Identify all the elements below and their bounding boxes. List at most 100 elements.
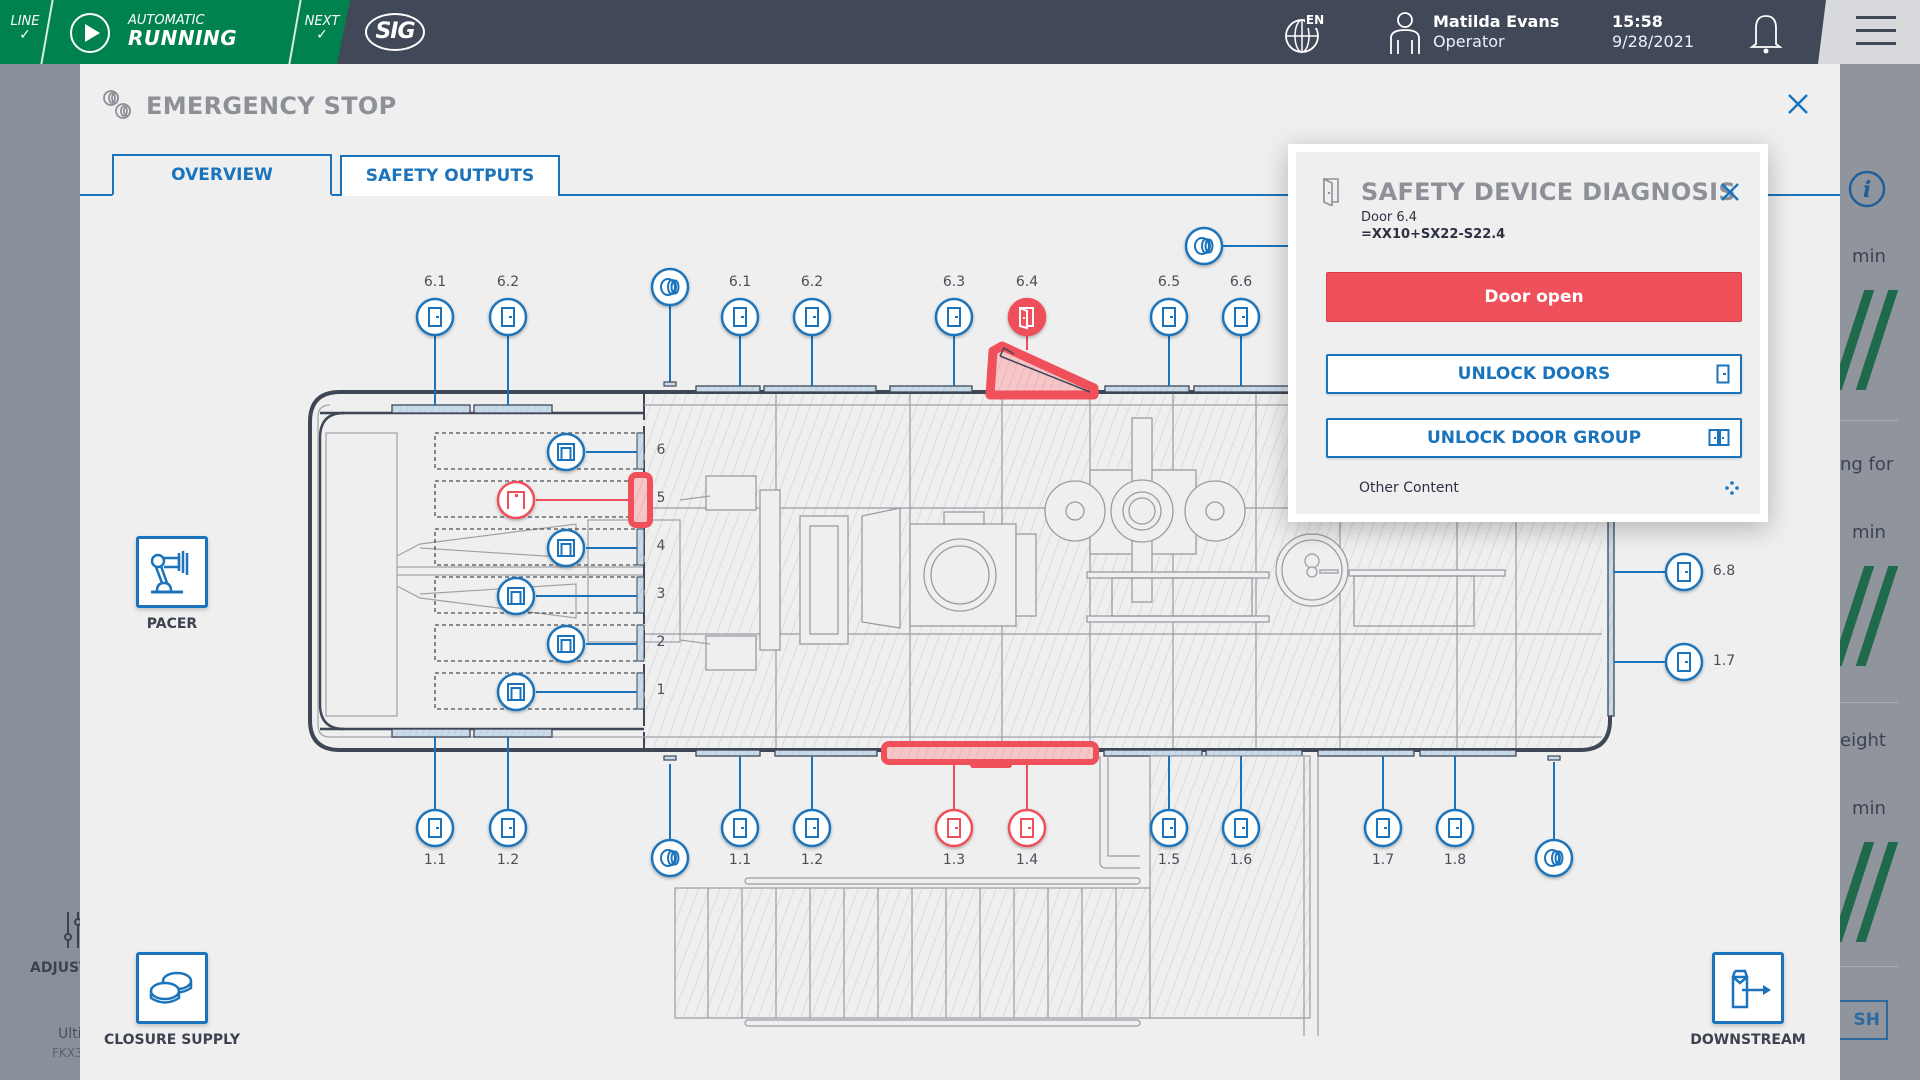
slot-guard-2[interactable] [546,624,586,664]
door-icon [1677,562,1691,582]
emergency-stop-button[interactable] [650,838,690,878]
bg-text: min [1852,798,1886,819]
door-icon [1448,818,1462,838]
door-6.4[interactable] [1007,297,1047,337]
device-label: 3 [656,586,666,602]
device-label: 1.4 [1015,852,1039,868]
tab-overview[interactable]: OVERVIEW [112,154,332,196]
door-6.6[interactable] [1221,297,1261,337]
downstream-button[interactable] [1712,952,1784,1024]
device-label: 1.1 [728,852,752,868]
top-bar: LINE ✓ AUTOMATIC RUNNING NEXT ✓ SIG EN M… [0,0,1920,64]
closure-supply-label: CLOSURE SUPPLY [103,1032,241,1048]
next-status[interactable]: NEXT ✓ [302,14,342,43]
emergency-stop-button[interactable] [1534,838,1574,878]
door-6.5[interactable] [1149,297,1189,337]
device-label: 1.5 [1157,852,1181,868]
modal-title: EMERGENCY STOP [146,92,397,120]
device-label: 1.7 [1371,852,1395,868]
device-name: Door 6.4 [1361,210,1418,225]
device-code: =XX10+SX22-S22.4 [1361,227,1506,242]
door-icon [805,307,819,327]
device-label: 1.2 [496,852,520,868]
popup-close-icon[interactable] [1720,182,1740,202]
pacer-robot-icon [150,551,189,594]
info-icon[interactable]: i [1848,170,1886,208]
door-bottom-1.2[interactable] [488,808,528,848]
device-label: 1.3 [942,852,966,868]
door-6.1[interactable] [720,297,760,337]
hamburger-menu-icon[interactable] [1856,16,1896,46]
door-6.8[interactable] [1664,552,1704,592]
estop-icon [660,278,680,296]
guard-icon [507,587,525,605]
pacer-button[interactable] [136,536,208,608]
notification-bell-icon[interactable] [1748,12,1784,54]
door-icon [428,818,442,838]
door-1.7[interactable] [1363,808,1403,848]
door-icon [1162,818,1176,838]
guard-icon [557,635,575,653]
machine-mode: AUTOMATIC RUNNING [128,14,237,49]
popup-title: SAFETY DEVICE DIAGNOSIS [1361,178,1736,206]
slot-guard-1[interactable] [496,672,536,712]
bg-text: ng for [1840,454,1894,475]
unlock-door-group-button[interactable]: UNLOCK DOOR GROUP [1326,418,1742,458]
guard-icon [557,443,575,461]
door-1.6[interactable] [1221,808,1261,848]
downstream-package-icon [1731,969,1771,1009]
emergency-stop-button[interactable] [650,267,690,307]
slot-guard-6[interactable] [546,432,586,472]
slot-guard-5[interactable] [496,480,536,520]
tab-safety-outputs[interactable]: SAFETY OUTPUTS [340,155,560,196]
door-icon [1162,307,1176,327]
door-6.2[interactable] [792,297,832,337]
door-icon [1677,652,1691,672]
line-check-icon: ✓ [19,27,31,43]
safety-device-diagnosis-popup: SAFETY DEVICE DIAGNOSIS Door 6.4 =XX10+S… [1288,144,1768,522]
more-options-icon[interactable] [1724,480,1740,496]
door-icon [1716,364,1730,384]
clock-date: 9/28/2021 [1612,32,1695,51]
device-label: 5 [656,490,666,506]
door-1.2[interactable] [792,808,832,848]
device-label: 1.2 [800,852,824,868]
device-label: 6.2 [800,274,824,290]
device-label: 6.8 [1712,563,1736,579]
modal-close-icon[interactable] [1787,93,1809,115]
emergency-stop-button[interactable] [1184,226,1224,266]
unlock-doors-button[interactable]: UNLOCK DOORS [1326,354,1742,394]
sig-logo: SIG [365,13,425,51]
door-6.3[interactable] [934,297,974,337]
door-bottom-1.1[interactable] [415,808,455,848]
door-right-1.7[interactable] [1664,642,1704,682]
door-top-6.2[interactable] [488,297,528,337]
door-top-6.1[interactable] [415,297,455,337]
door-1.4[interactable] [1007,808,1047,848]
door-1.8[interactable] [1435,808,1475,848]
line-status[interactable]: LINE ✓ [8,14,42,43]
background-panel [1838,64,1920,1080]
closure-supply-button[interactable] [136,952,208,1024]
device-label: 6.1 [423,274,447,290]
device-label: 6.2 [496,274,520,290]
door-icon [501,818,515,838]
language-globe-icon[interactable]: EN [1283,12,1325,54]
device-label: 1.1 [423,852,447,868]
device-label: 1.8 [1443,852,1467,868]
popup-body: SAFETY DEVICE DIAGNOSIS Door 6.4 =XX10+S… [1296,152,1760,514]
double-door-icon [1708,429,1730,446]
svg-text:i: i [1863,177,1871,203]
slot-guard-4[interactable] [546,528,586,568]
door-icon [733,818,747,838]
door-1.5[interactable] [1149,808,1189,848]
bg-text: min [1852,522,1886,543]
slot-guard-3[interactable] [496,576,536,616]
user-icon[interactable] [1388,12,1422,54]
other-content-label: Other Content [1359,480,1459,496]
door-1.3[interactable] [934,808,974,848]
play-icon[interactable] [70,13,110,53]
door-icon [733,307,747,327]
door-1.1[interactable] [720,808,760,848]
device-label: 1.7 [1712,653,1736,669]
